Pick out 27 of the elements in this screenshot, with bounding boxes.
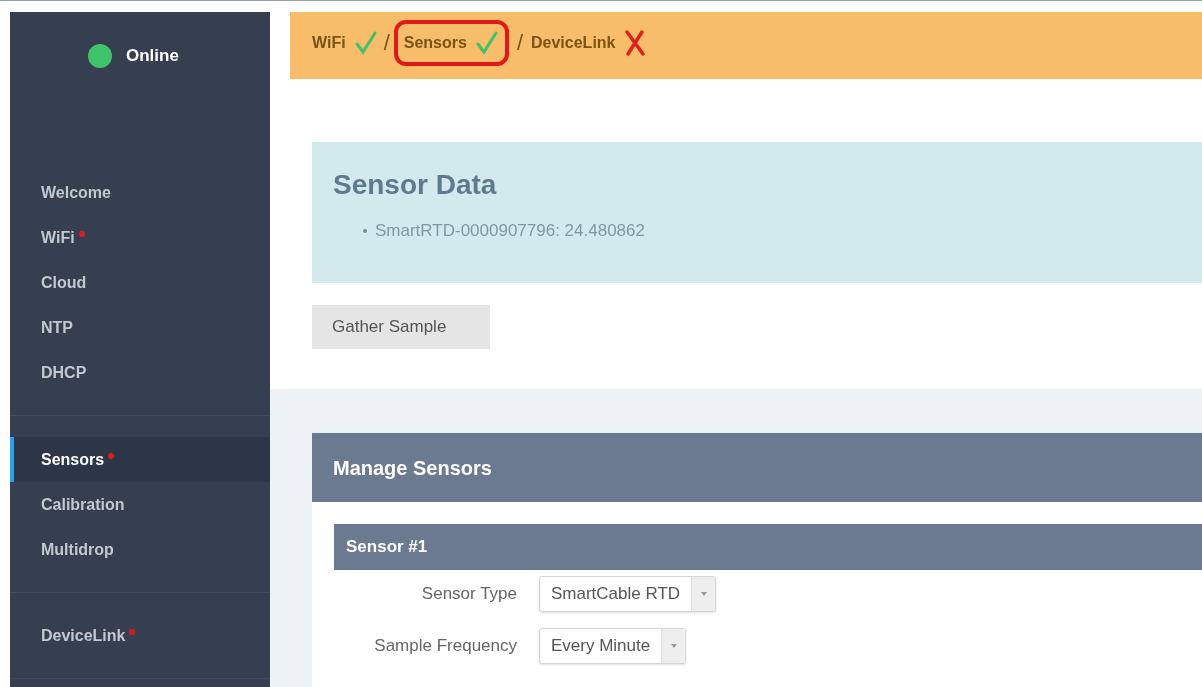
field-label: Sample Frequency [373, 635, 518, 658]
step-separator: / [383, 29, 390, 57]
sidebar-item[interactable]: Welcome [10, 170, 270, 215]
step: WiFi [312, 29, 378, 56]
sidebar-item[interactable]: NTP [10, 305, 270, 350]
sidebar-item[interactable]: Multidrop [10, 527, 270, 572]
caret-icon [700, 592, 707, 596]
sidebar-item[interactable]: DeviceLink [10, 613, 270, 658]
caret-icon [670, 644, 677, 648]
select-field[interactable]: SmartCable RTD [539, 576, 717, 612]
gather-sample-button[interactable]: Gather Sample [312, 305, 490, 349]
manage-header: Manage Sensors [312, 433, 1202, 502]
sidebar-item[interactable]: Cloud [10, 260, 270, 305]
sidebar-item[interactable]: Sensors [10, 437, 270, 482]
sensor-header: Sensor #1 [334, 524, 1202, 570]
select-field[interactable]: Every Minute [539, 628, 687, 664]
field-label: Sensor Type [420, 583, 518, 606]
sidebar-item[interactable]: DHCP [10, 350, 270, 395]
step: DeviceLink [531, 28, 646, 57]
panel-title: Sensor Data [333, 168, 498, 202]
status-label: Online [126, 45, 179, 68]
sensor-reading: SmartRTD-0000907796: 24.480862 [375, 220, 645, 242]
bullet-icon [363, 228, 367, 233]
step-separator: / [516, 29, 523, 57]
step: Sensors [397, 23, 505, 62]
sidebar-item[interactable]: WiFi [10, 215, 270, 260]
sidebar-item[interactable]: Calibration [10, 482, 270, 527]
